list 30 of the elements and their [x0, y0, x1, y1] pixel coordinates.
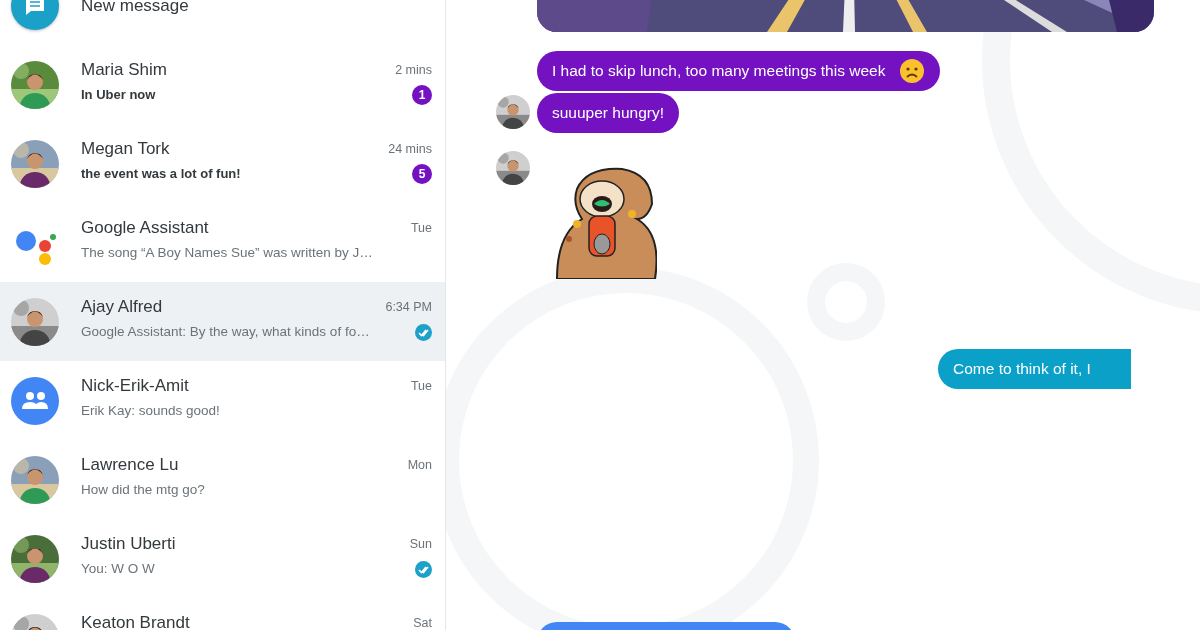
- message-bubble[interactable]: I had to skip lunch, too many meetings this week: [537, 51, 941, 91]
- timestamp: Tue: [410, 378, 432, 395]
- contact-name: Maria Shim: [81, 59, 168, 81]
- chat-icon: [24, 0, 46, 17]
- unread-count: 1: [412, 85, 432, 105]
- contact-name: Megan Tork: [81, 138, 171, 160]
- timestamp: 6:34 PM: [385, 299, 432, 316]
- timestamp: 24 mins: [388, 141, 432, 158]
- message-preview: Google Assistant: By the way, what kinds of fo…: [81, 323, 371, 341]
- message-bubble[interactable]: suuuper hungry!: [537, 93, 680, 133]
- contact-name: Ajay Alfred: [81, 296, 164, 318]
- contact-name: Google Assistant: [81, 217, 210, 239]
- timestamp: Tue: [410, 220, 432, 237]
- message-preview: The song “A Boy Names Sue” was written by J…: [81, 244, 374, 262]
- contact-name: Nick-Erik-Amit: [81, 375, 190, 397]
- timestamp: 2 mins: [395, 62, 432, 79]
- contact-name: Keaton Brandt: [81, 612, 191, 630]
- message-preview: Erik Kay: sounds good!: [81, 402, 221, 420]
- message-preview: In Uber now: [81, 86, 157, 104]
- message-preview: How did the mtg go?: [81, 481, 206, 499]
- contact-name: Lawrence Lu: [81, 454, 180, 476]
- timestamp: Mon: [407, 457, 432, 474]
- unread-count: 5: [412, 164, 432, 184]
- timestamp: Sat: [413, 615, 432, 630]
- timestamp: Sun: [409, 536, 432, 553]
- contact-name: Justin Uberti: [81, 533, 177, 555]
- message-preview: You: W O W: [81, 560, 156, 578]
- group-avatar-icon: [11, 377, 59, 425]
- conversation-item[interactable]: Ajay Alfred Google Assistant: By the way, what kinds of fo… 6:34 PM: [0, 282, 445, 361]
- message-preview: the event was a lot of fun!: [81, 165, 242, 183]
